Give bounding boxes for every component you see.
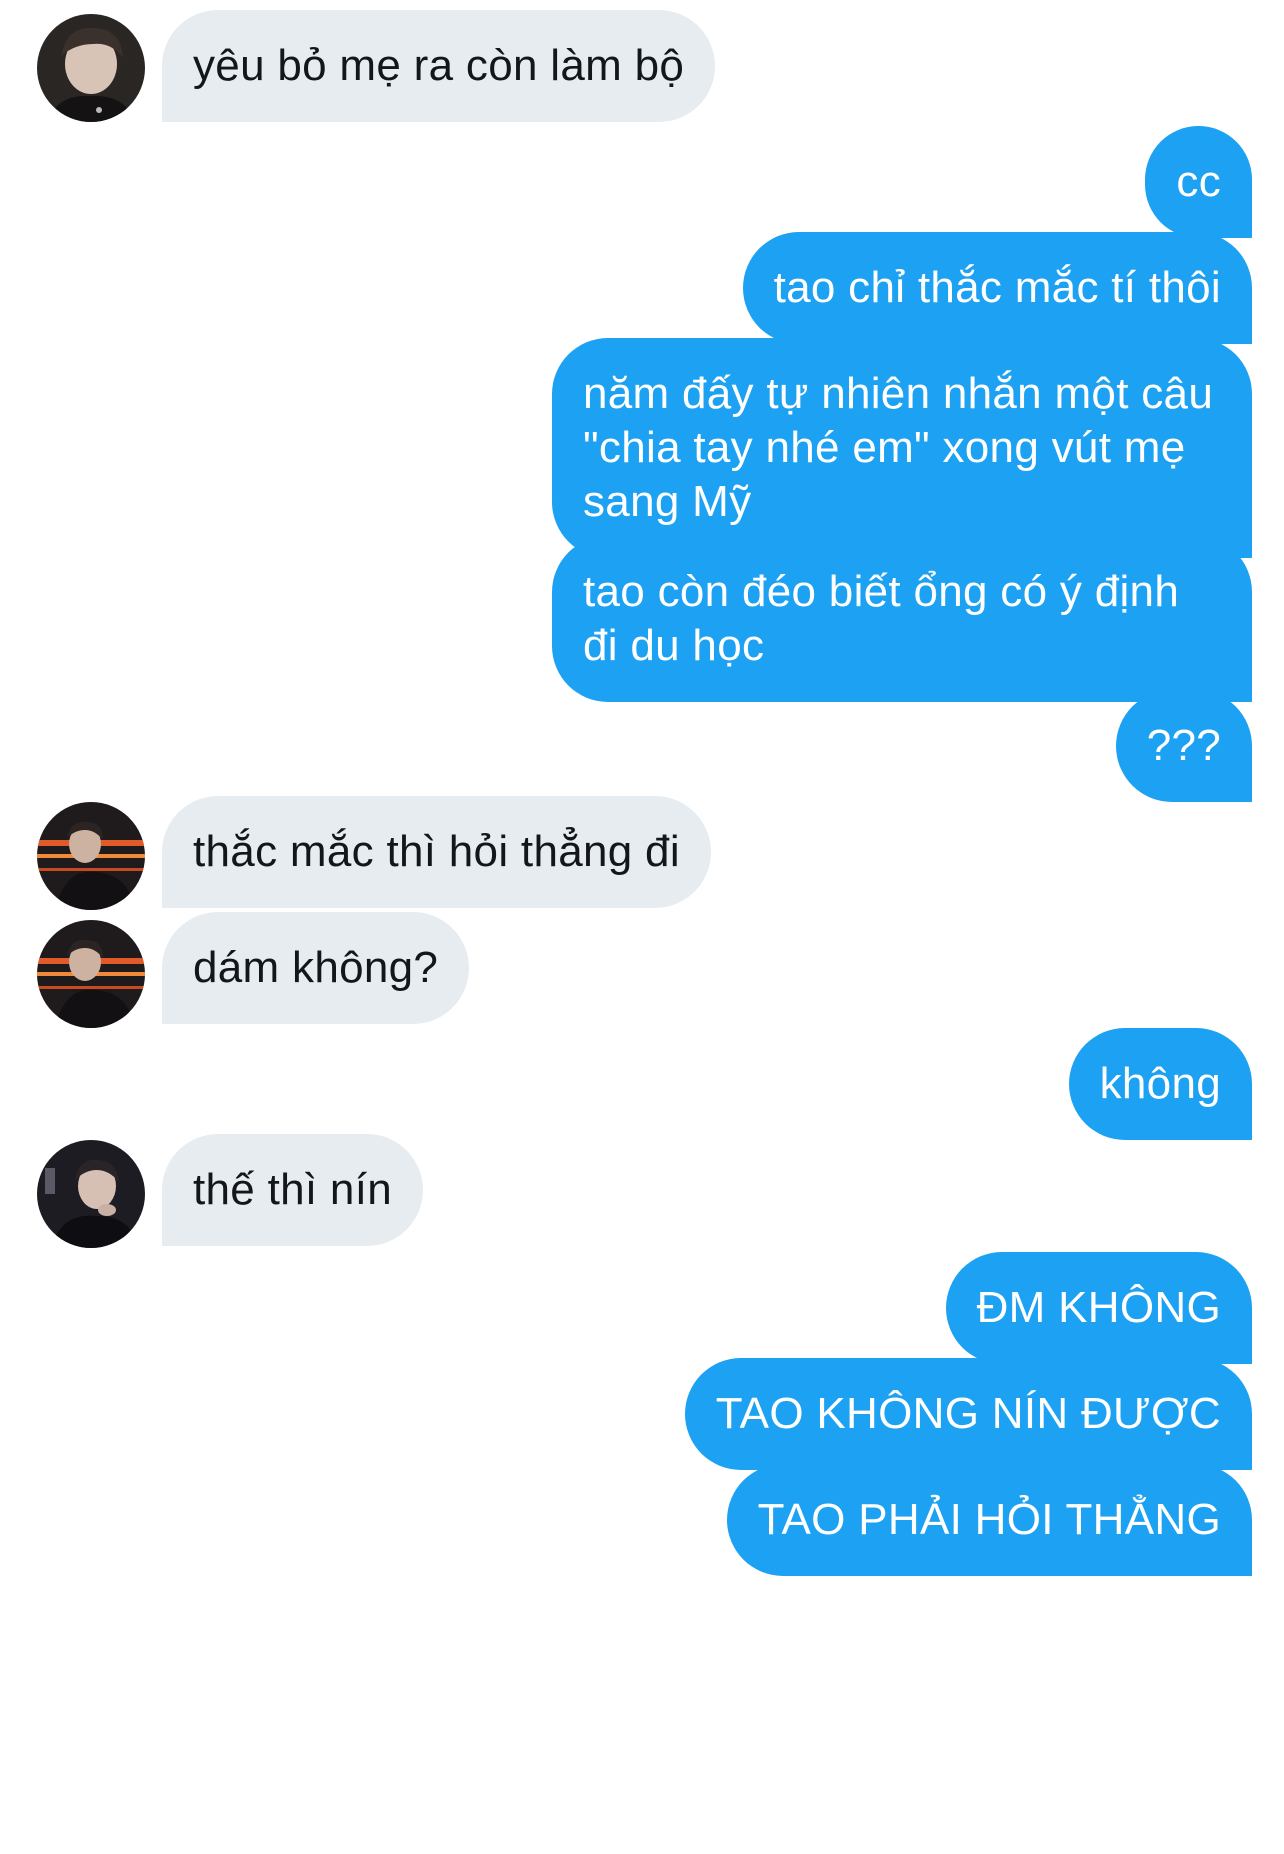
message-bubble-sent[interactable]: cc	[1145, 126, 1252, 238]
message-bubble-sent[interactable]: TAO PHẢI HỎI THẲNG	[726, 1464, 1252, 1576]
message-bubble-sent[interactable]: không	[1068, 1028, 1252, 1140]
message-bubble-sent[interactable]: tao còn đéo biết ổng có ý định đi du học	[552, 536, 1252, 702]
message-bubble-sent[interactable]: ???	[1115, 690, 1252, 802]
message-bubble-sent[interactable]: ĐM KHÔNG	[945, 1252, 1252, 1364]
message-bubble-received[interactable]: yêu bỏ mẹ ra còn làm bộ	[162, 10, 716, 122]
message-bubble-received[interactable]: thắc mắc thì hỏi thẳng đi	[162, 796, 711, 908]
message-bubble-sent[interactable]: TAO KHÔNG NÍN ĐƯỢC	[684, 1358, 1252, 1470]
message-bubble-received[interactable]: thế thì nín	[162, 1134, 424, 1246]
message-bubble-sent[interactable]: năm đấy tự nhiên nhắn một câu "chia tay …	[552, 338, 1252, 558]
contact-avatar[interactable]	[37, 920, 145, 1028]
contact-avatar[interactable]	[37, 14, 145, 122]
contact-avatar[interactable]	[37, 802, 145, 910]
message-bubble-received[interactable]: dám không?	[162, 912, 470, 1024]
message-bubble-sent[interactable]: tao chỉ thắc mắc tí thôi	[742, 232, 1252, 344]
contact-avatar[interactable]	[37, 1140, 145, 1248]
